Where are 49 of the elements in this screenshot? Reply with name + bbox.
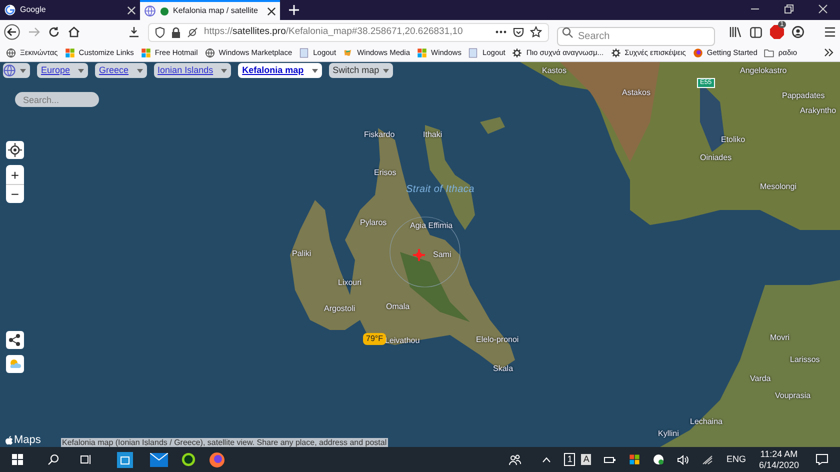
address-bar[interactable]: https://satellites.pro/Kefalonia_map#38.258671,20.626831,10 [148,22,549,42]
place-label: Erisos [374,167,396,179]
place-label: Kyllini [658,428,679,440]
switch-map-dropdown[interactable]: Switch map [328,63,394,78]
place-label: Etoliko [721,134,746,146]
place-label: Sami [433,249,452,261]
place-label: Leivathou [385,335,420,347]
place-label: Angelokastro [740,65,787,77]
breadcrumb-dropdown[interactable]: Ionian Islands [154,63,232,78]
maps-attribution: Maps [14,433,41,447]
search-field[interactable]: Search [557,26,715,46]
tray-badge[interactable]: A [581,454,592,465]
place-label: Astakos [622,87,650,99]
place-label: Oiniades [700,152,732,164]
place-label: Kastos [542,65,566,77]
place-label: Mesolongi [760,181,796,193]
breadcrumb-dropdown[interactable]: Greece [95,63,147,78]
place-label: Elelo-pronoi [476,334,519,346]
zoom-out-button[interactable]: − [6,184,24,203]
clock-time[interactable]: 11:24 AM [760,448,798,460]
url-text: https://satellites.pro/Kefalonia_map#38.258671,20.626831,10 [204,24,464,39]
weather-badge: 79°F [363,333,386,345]
place-label: Lixouri [338,277,362,289]
place-label: Paliki [292,248,312,260]
map-search-field[interactable]: Search... [15,92,99,107]
place-label: Ithaki [423,129,442,141]
place-label: Movri [770,332,790,344]
place-label: Omala [386,301,410,313]
place-label: Varda [750,373,771,385]
place-label: Argostoli [324,303,356,315]
place-label: Lechaina [690,416,722,428]
zoom-in-button[interactable]: + [6,165,24,184]
browser-tab[interactable]: Kefalonia map / satellite [140,0,280,20]
clock-date[interactable]: 6/14/2020 [758,460,799,470]
breadcrumb-dropdown[interactable]: Kefalonia map [238,63,322,78]
place-label: Pylaros [360,217,387,229]
place-label: Pappadates [782,90,825,102]
place-label: Agia Effimia [410,220,453,232]
map-caption: Kefalonia map (Ionian Islands / Greece), satellite view. Share any place, address and postal [61,438,388,447]
place-label: Skala [493,363,514,375]
water-label: Strait of Ithaca [406,183,474,197]
place-label: Vouprasia [775,390,811,402]
breadcrumb-dropdown[interactable]: Europe [37,63,88,78]
place-label: Fiskardo [364,129,395,141]
tray-badge[interactable]: 1 [564,453,576,466]
place-label: Arakyntho [800,105,836,117]
language-indicator[interactable]: ENG [726,452,746,466]
place-label: Larissos [790,354,820,366]
browser-tab[interactable]: Google [0,0,140,20]
